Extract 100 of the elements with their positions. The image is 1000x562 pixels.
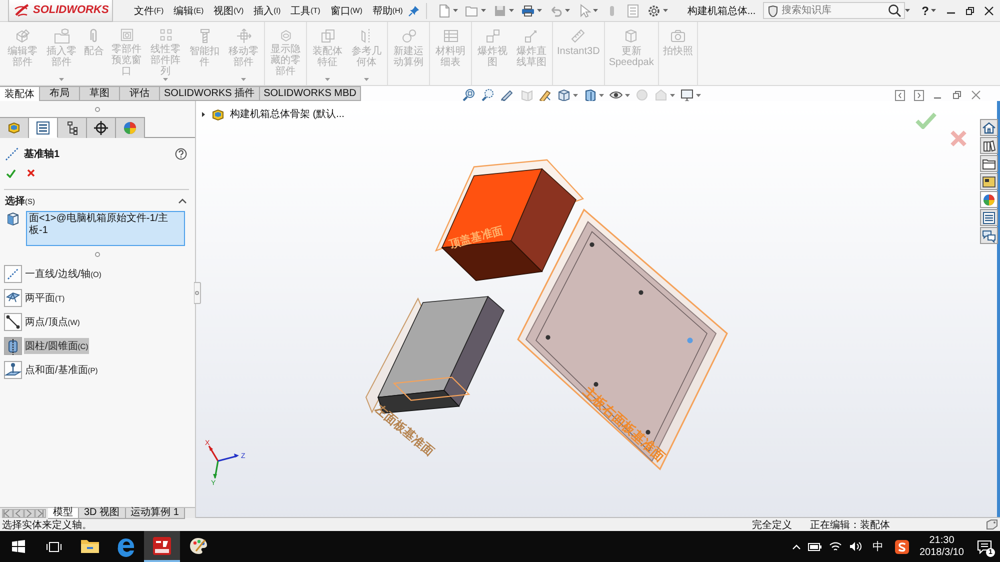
plane-label: 顶盖基准面 [448, 224, 504, 251]
pin-icon[interactable] [408, 4, 420, 16]
exploded-line-icon [524, 28, 540, 44]
color-wheel-icon [122, 120, 138, 136]
view-tab[interactable]: 3D 视图 [79, 508, 126, 519]
task-pane-button[interactable] [980, 191, 998, 208]
view-tab[interactable]: 运动算例 1 [126, 508, 185, 519]
clock-date[interactable]: 2018/3/10 [920, 546, 964, 558]
pen-icon[interactable] [500, 88, 514, 102]
logo-panel[interactable]: SOLIDWORKS [8, 0, 113, 22]
wifi-icon[interactable] [828, 541, 842, 552]
monitor-icon[interactable] [680, 88, 694, 102]
shaded-cube-icon[interactable] [583, 88, 597, 102]
taskbar-button[interactable] [144, 531, 180, 562]
logo-icon [14, 3, 30, 17]
cancel-icon[interactable] [27, 169, 35, 177]
panel-tab[interactable] [87, 117, 116, 138]
crosshair-icon [93, 120, 109, 136]
grid-icon [158, 28, 174, 42]
collapse-handle-icon[interactable] [194, 282, 201, 304]
input-method-icon[interactable] [894, 540, 908, 554]
checkmark-icon[interactable] [915, 112, 937, 129]
zoom-to-fit-icon[interactable] [462, 88, 476, 102]
panel-tab[interactable] [29, 117, 58, 138]
tab[interactable]: SOLIDWORKS MBD [260, 86, 362, 101]
caret-icon[interactable] [904, 9, 910, 12]
tree-item[interactable]: 构建机箱总体骨架 (默认... [230, 107, 344, 121]
cylinder-icon[interactable] [4, 337, 22, 355]
status-text: 完全定义 [752, 518, 792, 532]
scroll-arrow-icon[interactable] [24, 508, 35, 518]
list-icon [982, 210, 996, 224]
property-title: 基准轴1 [24, 148, 60, 160]
ime-indicator[interactable]: 中 [872, 539, 884, 554]
assembly-icon [211, 108, 225, 120]
selection-list[interactable]: 面<1>@电脑机箱原始文件-1/主板-1 [26, 211, 185, 246]
new-document-icon[interactable] [436, 4, 451, 18]
logo-text: SOLIDWORKS [33, 4, 109, 16]
settings-icon[interactable] [646, 4, 661, 18]
chevron-up-icon[interactable] [792, 544, 800, 550]
exploded-cube-icon [484, 28, 500, 44]
point-plane-icon[interactable] [4, 361, 22, 379]
close-icon[interactable] [984, 6, 994, 16]
view-cube-icon[interactable] [557, 88, 571, 102]
assembly-icon [6, 120, 22, 136]
window-icon [118, 28, 134, 42]
tab[interactable]: 装配体 [0, 86, 40, 101]
task-pane-button[interactable] [980, 227, 998, 244]
chevron-icon[interactable] [178, 198, 187, 204]
caret-icon[interactable] [931, 9, 936, 12]
ruler-icon [570, 28, 586, 44]
task-pane-button[interactable] [980, 173, 998, 190]
pencil-icon[interactable] [538, 88, 552, 102]
task-pane-button[interactable] [980, 119, 998, 136]
tab[interactable]: 草图 [80, 86, 120, 101]
windows-icon[interactable] [12, 540, 24, 553]
chat-icon [982, 228, 996, 242]
home-icon [982, 120, 996, 134]
tile-left-icon[interactable] [895, 90, 905, 100]
search-input[interactable]: 搜索知识库 [782, 4, 884, 18]
move-arrows-icon [236, 28, 252, 44]
cube-pencil-icon [14, 28, 30, 44]
checkmark-icon[interactable] [6, 168, 16, 178]
help-button[interactable]: ? [920, 4, 931, 18]
help-icon[interactable] [175, 148, 187, 160]
palette-icon [982, 174, 996, 188]
caret-icon[interactable] [201, 112, 206, 116]
two-points-icon[interactable] [4, 313, 22, 331]
task-pane-button[interactable] [980, 209, 998, 226]
cube-face-icon [6, 211, 20, 226]
folder-icon [982, 156, 996, 170]
plane-label: 左面板基准面 [372, 402, 437, 459]
search-box[interactable]: 搜索知识库 [762, 2, 905, 19]
view-tab[interactable]: 模型 [48, 508, 79, 519]
selected-point [687, 338, 693, 344]
document-title: 构建机箱总体... [687, 4, 756, 18]
task-pane-button[interactable] [980, 155, 998, 172]
battery-icon[interactable] [808, 542, 822, 550]
books-icon [982, 138, 996, 152]
camera-icon [670, 28, 686, 44]
zoom-area-icon[interactable] [481, 88, 495, 102]
search-icon[interactable] [888, 4, 901, 17]
tab[interactable]: 布局 [40, 86, 80, 101]
printer-icon[interactable] [520, 4, 535, 18]
tab[interactable]: SOLIDWORKS 插件 [160, 86, 260, 101]
tag-icon[interactable] [986, 519, 998, 530]
grip-icon[interactable] [95, 106, 100, 112]
status-text: 正在编辑：装配体 [810, 518, 890, 532]
tab[interactable]: 评估 [120, 86, 160, 101]
volume-icon[interactable] [848, 541, 862, 552]
two-planes-icon[interactable] [4, 289, 22, 307]
task-view-icon[interactable] [46, 540, 62, 552]
panel-tab[interactable] [58, 117, 87, 138]
grip-icon[interactable] [95, 252, 100, 256]
tile-right-icon[interactable] [914, 90, 924, 100]
folder-cube-icon [54, 28, 70, 44]
task-pane-button[interactable] [980, 137, 998, 154]
scroll-arrow-icon[interactable] [35, 508, 46, 518]
clock-time[interactable]: 21:30 [929, 534, 954, 546]
notification-icon[interactable] [977, 540, 992, 554]
restore-icon[interactable] [965, 6, 975, 16]
